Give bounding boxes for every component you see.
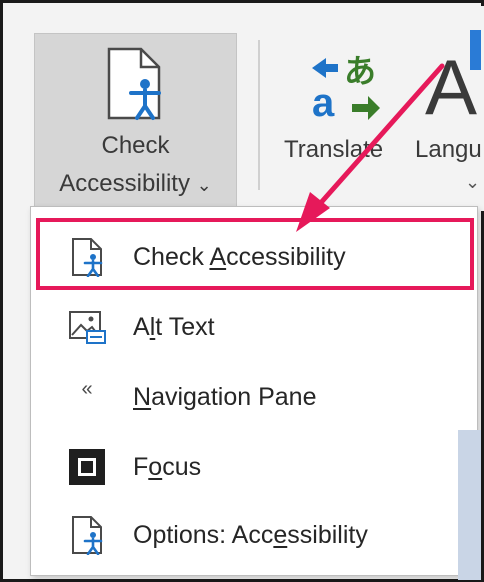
language-icon: A (425, 43, 478, 131)
chevron-down-icon: ⌄ (196, 175, 212, 195)
menu-item-alt-text[interactable]: Alt Text (31, 295, 477, 359)
translate-icon: a あ (312, 52, 380, 124)
menu-item-label: Navigation Pane (133, 383, 317, 411)
menu-item-label: Focus (133, 453, 202, 481)
navigation-pane-icon: « (81, 378, 93, 400)
menu-item-options-accessibility[interactable]: Options: Accessibility (31, 503, 477, 567)
check-accessibility-label-line1: Check (101, 132, 170, 159)
menu-item-label: Alt Text (133, 313, 215, 341)
accessibility-dropdown-menu: Check Accessibility Alt Text « Navigatio… (30, 206, 478, 576)
translate-ribbon-button[interactable]: a あ Translate (280, 40, 420, 200)
ribbon-separator (258, 40, 260, 190)
menu-item-focus[interactable]: Focus (31, 435, 477, 499)
accessibility-document-icon (107, 47, 161, 120)
check-accessibility-label-line2: Accessibility ⌄ (59, 170, 212, 197)
chevron-down-icon: ⌄ (465, 172, 481, 192)
alt-text-icon (69, 311, 106, 344)
menu-item-label: Check Accessibility (133, 243, 346, 271)
check-accessibility-ribbon-button[interactable]: Check Accessibility ⌄ (34, 33, 237, 213)
menu-item-check-accessibility[interactable]: Check Accessibility (31, 225, 477, 289)
document-edge (458, 430, 481, 580)
accessibility-document-icon (72, 516, 103, 555)
menu-item-label: Options: Accessibility (133, 521, 368, 549)
language-label: Langu (415, 136, 481, 163)
translate-label: Translate (284, 136, 384, 163)
svg-text:あ: あ (344, 52, 376, 90)
menu-item-navigation-pane[interactable]: « Navigation Pane (31, 365, 477, 429)
accessibility-document-icon (72, 238, 103, 277)
language-ribbon-button[interactable]: A Langu ⌄ (415, 30, 481, 200)
focus-icon (69, 449, 105, 485)
svg-text:a: a (312, 81, 335, 124)
